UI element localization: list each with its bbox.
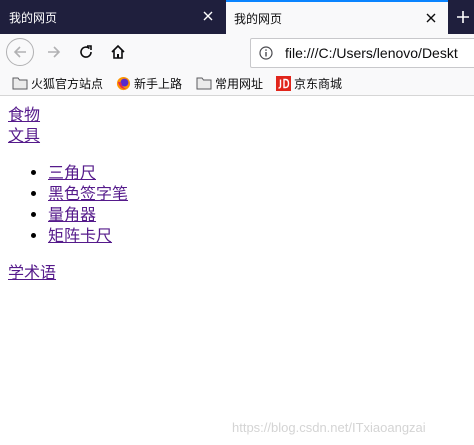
url-bar[interactable]: file:///C:/Users/lenovo/Deskt — [250, 38, 474, 68]
bookmark-item[interactable]: 常用网址 — [196, 75, 263, 91]
list-item: 矩阵卡尺 — [48, 225, 468, 246]
list-item-link[interactable]: 矩阵卡尺 — [48, 226, 112, 245]
list-item: 黑色签字笔 — [48, 183, 468, 204]
link-food[interactable]: 食物 — [8, 104, 468, 125]
folder-icon — [12, 77, 28, 90]
page-content: 食物 文具 三角尺 黑色签字笔 量角器 矩阵卡尺 学术语 — [8, 104, 468, 283]
list-item-link[interactable]: 量角器 — [48, 205, 96, 224]
home-button[interactable] — [104, 38, 132, 66]
bookmark-label: 常用网址 — [215, 76, 264, 91]
link-stationery[interactable]: 文具 — [8, 125, 468, 146]
reload-icon — [80, 45, 92, 58]
forward-button[interactable] — [40, 38, 68, 66]
stationery-list: 三角尺 黑色签字笔 量角器 矩阵卡尺 — [8, 162, 468, 246]
navigation-toolbar: file:///C:/Users/lenovo/Deskt — [0, 34, 474, 71]
tab-title: 我的网页 — [234, 11, 283, 26]
folder-icon — [196, 77, 212, 90]
bookmark-item[interactable]: 京东商城 — [276, 75, 342, 91]
tab-inactive[interactable]: 我的网页 — [0, 0, 225, 34]
bookmark-item[interactable]: 新手上路 — [116, 75, 182, 91]
jd-icon — [276, 75, 291, 91]
url-text[interactable]: file:///C:/Users/lenovo/Deskt — [285, 45, 458, 61]
new-tab-button[interactable] — [452, 6, 474, 28]
close-icon[interactable] — [424, 11, 438, 25]
tab-active[interactable]: 我的网页 — [226, 0, 448, 34]
bookmarks-bar: 火狐官方站点 新手上路 常用网址 京东商城 — [0, 71, 474, 96]
home-icon — [111, 44, 125, 59]
link-academic[interactable]: 学术语 — [8, 262, 468, 283]
back-button[interactable] — [6, 38, 34, 66]
reload-button[interactable] — [72, 38, 100, 66]
watermark-text: https://blog.csdn.net/ITxiaoangzai — [232, 420, 426, 435]
arrow-left-icon — [13, 46, 26, 58]
list-item-link[interactable]: 三角尺 — [48, 163, 96, 182]
firefox-icon — [116, 76, 131, 90]
info-icon[interactable] — [259, 46, 273, 60]
bookmark-label: 京东商城 — [294, 76, 343, 91]
list-item: 三角尺 — [48, 162, 468, 183]
list-item-link[interactable]: 黑色签字笔 — [48, 184, 128, 203]
arrow-right-icon — [48, 46, 61, 58]
tab-title: 我的网页 — [9, 10, 58, 25]
bookmark-item[interactable]: 火狐官方站点 — [12, 75, 103, 91]
plus-icon — [457, 11, 469, 23]
bookmark-label: 新手上路 — [134, 76, 183, 91]
close-icon[interactable] — [201, 9, 215, 23]
bookmark-label: 火狐官方站点 — [31, 76, 104, 91]
list-item: 量角器 — [48, 204, 468, 225]
tab-strip: 我的网页 我的网页 — [0, 0, 474, 34]
